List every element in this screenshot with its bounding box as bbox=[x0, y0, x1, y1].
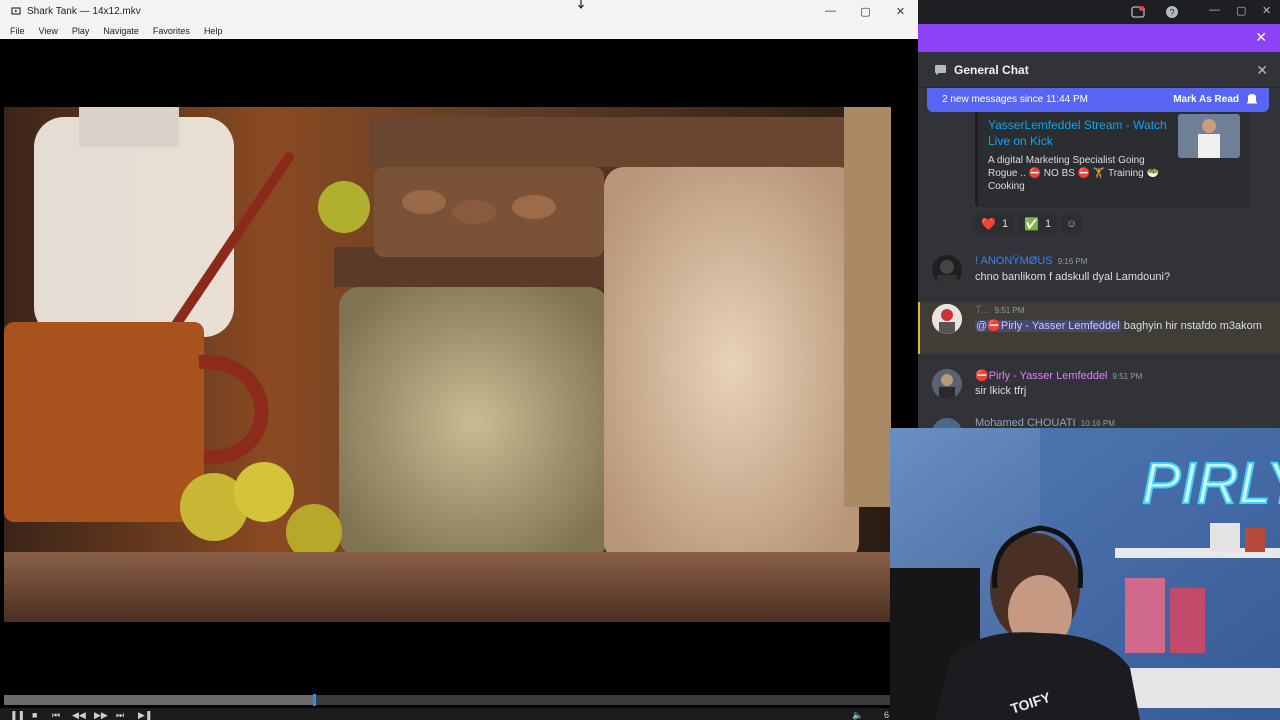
new-messages-bar[interactable]: 2 new messages since 11:44 PM Mark As Re… bbox=[927, 88, 1269, 112]
embed-thumbnail[interactable] bbox=[1178, 114, 1240, 158]
chat-message: ⛔Pirly - Yasser Lemfeddel 9:51 PM sir lki… bbox=[918, 367, 1280, 403]
menu-navigate[interactable]: Navigate bbox=[103, 26, 139, 36]
player-titlebar[interactable]: Shark Tank — 14x12.mkv — ▢ ✕ bbox=[0, 0, 918, 22]
message-author[interactable]: ⛔Pirly - Yasser Lemfeddel bbox=[975, 370, 1108, 382]
notice-banner: ✕ bbox=[918, 24, 1280, 52]
frame-step-button[interactable]: ▶❚ bbox=[138, 710, 152, 720]
menu-view[interactable]: View bbox=[39, 26, 58, 36]
media-player-icon bbox=[11, 7, 21, 15]
seek-bar-progress bbox=[4, 695, 315, 705]
chat-message-mention: T... 9:51 PM @⛔Pirly - Yasser Lemfeddel b… bbox=[918, 302, 1280, 354]
user-mention[interactable]: @⛔Pirly - Yasser Lemfeddel bbox=[975, 320, 1121, 332]
media-player-window: Shark Tank — 14x12.mkv — ▢ ✕ File View P… bbox=[0, 0, 918, 720]
chat-maximize-button[interactable]: ▢ bbox=[1236, 4, 1246, 17]
rewind-button[interactable]: ◀◀ bbox=[72, 710, 86, 720]
new-messages-text[interactable]: 2 new messages since 11:44 PM bbox=[942, 94, 1088, 105]
message-author[interactable]: ! ANONŸMØUS bbox=[975, 255, 1053, 267]
chat-minimize-button[interactable]: — bbox=[1209, 4, 1220, 16]
volume-icon[interactable]: 🔈 bbox=[852, 710, 863, 720]
seek-bar-handle[interactable] bbox=[313, 694, 317, 706]
reaction-check[interactable]: ✅ 1 bbox=[1018, 213, 1058, 235]
chat-title: General Chat bbox=[954, 63, 1029, 77]
message-timestamp: 9:51 PM bbox=[994, 306, 1025, 315]
pause-button[interactable]: ❚❚ bbox=[10, 710, 25, 720]
menu-favorites[interactable]: Favorites bbox=[153, 26, 190, 36]
add-reaction-button[interactable]: ☺ bbox=[1061, 213, 1083, 235]
minimize-button[interactable]: — bbox=[813, 0, 848, 22]
menu-file[interactable]: File bbox=[10, 26, 25, 36]
check-icon: ✅ bbox=[1024, 217, 1039, 231]
chat-titlebar[interactable]: ? — ▢ ✕ bbox=[918, 0, 1280, 24]
webcam-overlay: PIRLY TOIFY bbox=[890, 428, 1280, 720]
chat-close-window-button[interactable]: ✕ bbox=[1262, 4, 1271, 17]
menu-play[interactable]: Play bbox=[72, 26, 90, 36]
reaction-heart[interactable]: ❤️ 1 bbox=[975, 213, 1015, 235]
avatar[interactable] bbox=[932, 304, 962, 334]
mark-read-icon[interactable] bbox=[1246, 93, 1258, 105]
heart-icon: ❤️ bbox=[981, 217, 996, 231]
banner-close-button[interactable]: ✕ bbox=[1255, 30, 1267, 44]
add-reaction-icon: ☺ bbox=[1066, 218, 1078, 230]
chat-close-button[interactable]: ✕ bbox=[1256, 62, 1268, 79]
message-text: baghyin hir nstafdo m3akom bbox=[1120, 320, 1262, 332]
thread-icon bbox=[935, 65, 946, 75]
video-frame[interactable] bbox=[4, 107, 891, 622]
close-button[interactable]: ✕ bbox=[883, 0, 918, 22]
svg-text:?: ? bbox=[1169, 8, 1174, 18]
avatar[interactable] bbox=[932, 369, 962, 399]
embed-title-link[interactable]: YasserLemfeddel Stream - Watch Live on K… bbox=[988, 117, 1178, 149]
embed-description: A digital Marketing Specialist Going Rog… bbox=[988, 155, 1159, 192]
help-icon[interactable]: ? bbox=[1165, 5, 1179, 19]
message-author[interactable]: T... bbox=[975, 304, 990, 316]
player-menubar: File View Play Navigate Favorites Help bbox=[0, 22, 918, 39]
seek-bar[interactable] bbox=[4, 694, 891, 706]
next-button[interactable]: ⏭ bbox=[116, 710, 124, 720]
maximize-button[interactable]: ▢ bbox=[848, 0, 883, 22]
message-text: chno banlikom f adskull dyal Lamdouni? bbox=[975, 271, 1171, 283]
reaction-count: 1 bbox=[1001, 218, 1009, 230]
reaction-count: 1 bbox=[1044, 218, 1052, 230]
avatar[interactable] bbox=[932, 255, 962, 285]
message-timestamp: 9:16 PM bbox=[1057, 257, 1088, 266]
previous-button[interactable]: ⏮ bbox=[52, 710, 60, 720]
mouse-cursor-icon bbox=[578, 0, 584, 9]
message-timestamp: 9:51 PM bbox=[1112, 372, 1143, 381]
message-timestamp: 10:16 PM bbox=[1080, 419, 1115, 428]
chat-message: ! ANONŸMØUS 9:16 PM chno banlikom f adsku… bbox=[918, 253, 1280, 293]
inbox-icon[interactable] bbox=[1131, 5, 1145, 19]
link-embed: YasserLemfeddel Stream - Watch Live on K… bbox=[975, 112, 1250, 207]
menu-help[interactable]: Help bbox=[204, 26, 223, 36]
mark-as-read-button[interactable]: Mark As Read bbox=[1173, 94, 1239, 105]
volume-level: 6 bbox=[884, 710, 890, 720]
window-title: Shark Tank — 14x12.mkv bbox=[27, 5, 141, 17]
neon-sign: PIRLY bbox=[1142, 451, 1280, 516]
chat-header: General Chat ✕ bbox=[918, 52, 1280, 88]
stop-button[interactable]: ■ bbox=[32, 710, 37, 720]
message-text: sir lkick tfrj bbox=[975, 385, 1027, 397]
playback-controls: ❚❚ ■ ⏮ ◀◀ ▶▶ ⏭ ▶❚ 🔈 6 bbox=[0, 708, 918, 720]
forward-button[interactable]: ▶▶ bbox=[94, 710, 108, 720]
